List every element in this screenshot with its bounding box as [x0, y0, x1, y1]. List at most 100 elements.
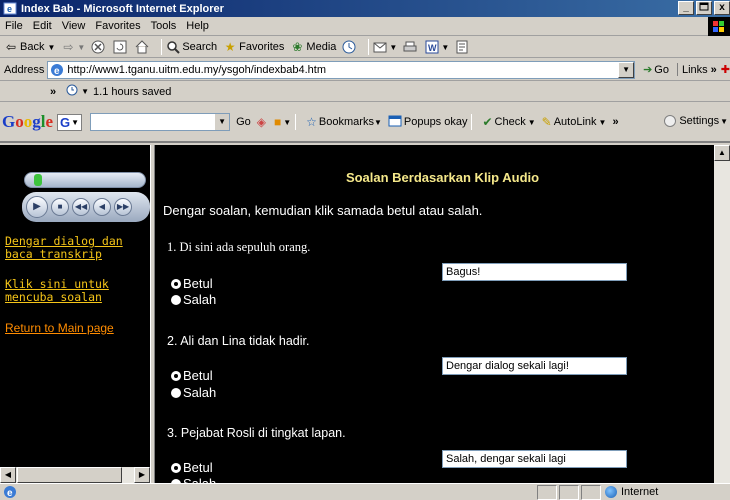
question-1: 1. Di sini ada sepuluh orang. — [167, 240, 311, 254]
scroll-right-icon[interactable]: ▶ — [134, 467, 150, 483]
links-item-icon[interactable]: ✚ — [721, 63, 730, 76]
menu-view[interactable]: View — [57, 20, 91, 32]
left-horizontal-scrollbar[interactable]: ◀ ▶ — [0, 467, 150, 483]
address-input[interactable]: e http://www1.tganu.uitm.edu.my/ysgoh/in… — [47, 60, 636, 79]
menu-help[interactable]: Help — [181, 20, 214, 32]
google-pagerank-icon[interactable]: ◈ — [257, 115, 268, 129]
q2-feedback-field[interactable]: Dengar dialog sekali lagi! — [442, 357, 627, 375]
menu-file[interactable]: File — [0, 20, 28, 32]
radio-button[interactable] — [171, 462, 181, 473]
google-toolbar: Google G ▼ ▼ Go ◈ ■ ▼ ☆ Bookmarks ▼ Popups … — [0, 103, 730, 143]
quiz-instruction: Dengar soalan, kemudian klik samada betu… — [163, 203, 483, 218]
quiz-title: Soalan Berdasarkan Klip Audio — [345, 170, 540, 185]
right-frame: Soalan Berdasarkan Klip Audio Dengar soa… — [155, 145, 730, 483]
seek-knob[interactable] — [34, 174, 42, 186]
google-more-chevron[interactable]: » — [612, 116, 618, 128]
google-news-icon[interactable]: ■ ▼ — [274, 115, 291, 129]
menu-favorites[interactable]: Favorites — [90, 20, 145, 32]
google-go-button[interactable]: Go — [236, 116, 251, 128]
mail-dropdown-icon[interactable]: ▼ — [389, 43, 397, 52]
q1-option-false[interactable]: Salah — [171, 292, 216, 307]
menu-tools[interactable]: Tools — [146, 20, 182, 32]
right-vertical-scrollbar[interactable]: ▲ — [714, 145, 730, 483]
close-button[interactable]: x — [714, 1, 730, 15]
return-main-link[interactable]: Return to Main page — [5, 321, 145, 336]
listen-dialog-link[interactable]: Dengar dialog dan baca transkrip — [5, 235, 145, 261]
media-icon: ❀ — [292, 40, 303, 54]
forward-button[interactable]: ⇨ ▼ — [61, 40, 85, 54]
links-button[interactable]: Links » ✚ — [676, 63, 730, 76]
print-button[interactable] — [403, 40, 419, 54]
toolbar-separator — [295, 114, 297, 130]
print-icon — [403, 40, 417, 54]
minimize-button[interactable]: _ — [678, 1, 694, 15]
favorites-button[interactable]: ★ Favorites — [223, 40, 285, 54]
search-button[interactable]: Search — [166, 40, 217, 54]
scroll-left-icon[interactable]: ◀ — [0, 467, 16, 483]
q3-option-false[interactable]: Salah — [171, 476, 216, 483]
toolbar-separator — [471, 114, 473, 130]
google-search-input[interactable]: ▼ — [90, 113, 231, 131]
refresh-button[interactable] — [113, 40, 129, 54]
back-arrow-icon: ⇦ — [5, 40, 17, 54]
q2-option-true[interactable]: Betul — [171, 368, 213, 383]
status-panel — [581, 485, 601, 500]
bookmarks-star-icon: ☆ — [306, 115, 317, 129]
go-button[interactable]: ➔ Go — [643, 63, 669, 77]
google-menu-button[interactable]: G ▼ — [57, 113, 83, 131]
history-chevron[interactable]: » — [50, 86, 56, 98]
google-settings-button[interactable]: Settings ▼ — [664, 115, 728, 127]
history-bar: » ▼ 1.1 hours saved — [0, 82, 730, 102]
history-clock-icon[interactable] — [66, 84, 78, 99]
radio-button[interactable] — [171, 370, 181, 381]
spell-check-icon: ✔ — [482, 115, 493, 129]
seek-bar[interactable] — [24, 172, 146, 188]
edit-dropdown-icon[interactable]: ▼ — [441, 43, 449, 52]
google-search-dropdown-icon[interactable]: ▼ — [215, 114, 230, 130]
forward-dropdown-icon[interactable]: ▼ — [77, 43, 85, 52]
scroll-up-icon[interactable]: ▲ — [714, 145, 730, 161]
bookmarks-button[interactable]: ☆ Bookmarks ▼ — [306, 115, 382, 129]
stop-button[interactable] — [91, 40, 107, 54]
media-button[interactable]: ❀ Media — [290, 40, 336, 54]
history-dropdown-icon[interactable]: ▼ — [81, 87, 89, 96]
stop-icon[interactable]: ■ — [51, 198, 69, 216]
spell-check-button[interactable]: ✔ Check ▼ — [482, 115, 535, 129]
menu-edit[interactable]: Edit — [28, 20, 57, 32]
radio-button[interactable] — [171, 387, 181, 398]
mail-button[interactable]: ▼ — [373, 40, 397, 54]
fast-forward-icon[interactable]: ▶▶ — [114, 198, 132, 216]
history-button[interactable] — [342, 40, 358, 54]
google-logo[interactable]: Google — [2, 112, 53, 132]
history-text: 1.1 hours saved — [93, 85, 172, 98]
play-icon[interactable]: ▶ — [26, 196, 48, 218]
ie-page-icon: e — [3, 2, 17, 15]
player-controls: ▶ ■ ◀◀ ◀ ▶▶ — [22, 192, 150, 222]
popup-blocker-icon — [388, 115, 402, 130]
address-label: Address — [4, 63, 45, 76]
try-questions-link[interactable]: Klik sini untuk mencuba soalan — [5, 278, 145, 304]
svg-text:e: e — [54, 66, 60, 77]
discuss-button[interactable] — [455, 40, 471, 54]
q1-feedback-field[interactable]: Bagus! — [442, 263, 627, 281]
back-dropdown-icon[interactable]: ▼ — [47, 43, 55, 52]
previous-icon[interactable]: ◀◀ — [72, 198, 90, 216]
history-icon — [342, 40, 356, 54]
rewind-icon[interactable]: ◀ — [93, 198, 111, 216]
scroll-thumb[interactable] — [17, 467, 122, 483]
q1-option-true[interactable]: Betul — [171, 276, 213, 291]
autolink-button[interactable]: ✎ AutoLink ▼ — [542, 115, 607, 129]
edit-button[interactable]: W ▼ — [425, 40, 449, 54]
back-button[interactable]: ⇦ Back ▼ — [4, 40, 55, 54]
home-button[interactable] — [135, 40, 151, 54]
search-icon — [166, 40, 181, 54]
radio-button[interactable] — [171, 278, 181, 289]
windows-logo-icon — [708, 17, 730, 36]
popups-button[interactable]: Popups okay — [388, 115, 467, 130]
address-dropdown-icon[interactable]: ▼ — [618, 61, 635, 78]
q3-feedback-field[interactable]: Salah, dengar sekali lagi — [442, 450, 627, 468]
maximize-button[interactable] — [696, 1, 712, 15]
q3-option-true[interactable]: Betul — [171, 460, 213, 475]
q2-option-false[interactable]: Salah — [171, 385, 216, 400]
radio-button[interactable] — [171, 294, 181, 305]
